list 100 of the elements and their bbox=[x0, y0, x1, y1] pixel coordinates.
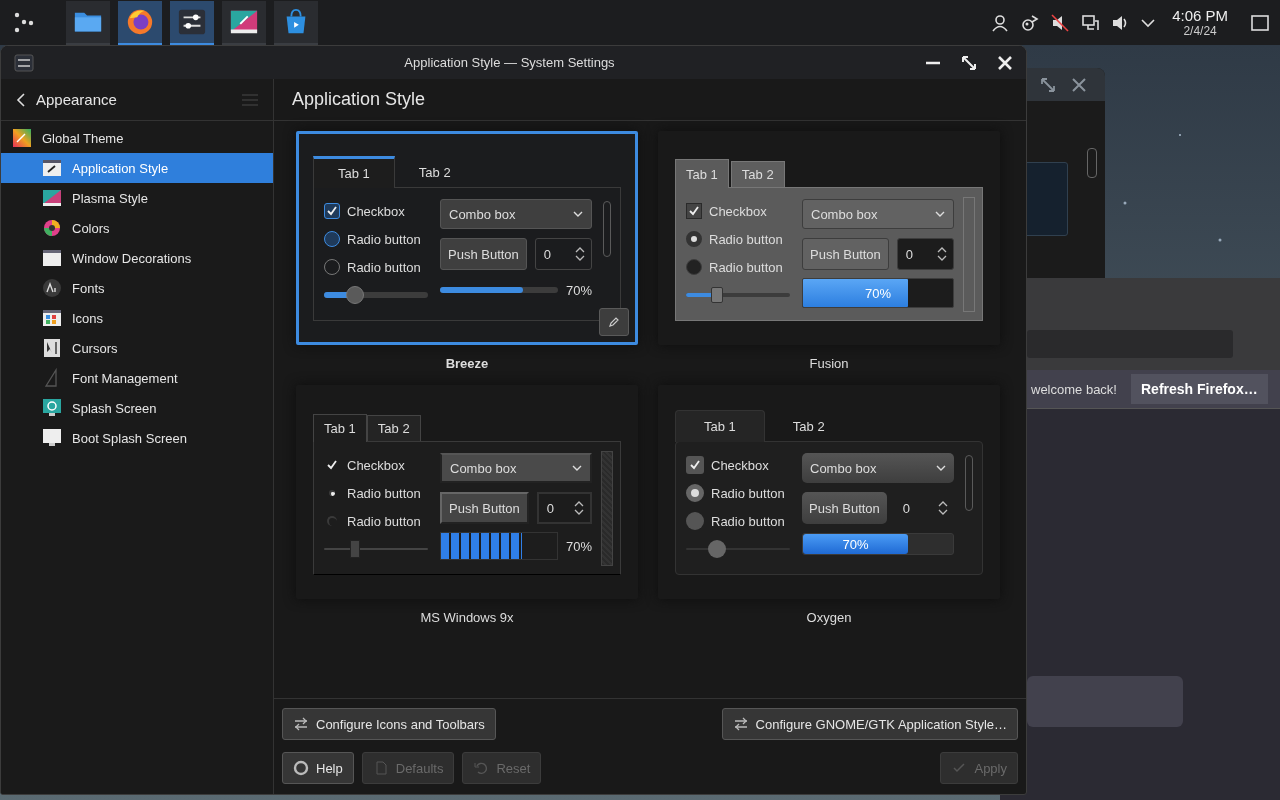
push-button[interactable]: Push Button bbox=[440, 238, 527, 270]
tab[interactable]: Tab 1 bbox=[675, 410, 765, 442]
spin-arrows-icon bbox=[938, 500, 948, 516]
style-preview-card[interactable]: Tab 1 Tab 2 Checkbox Radio button Radio button Combo box Push Button 0 70% bbox=[296, 385, 638, 599]
window-icon bbox=[42, 248, 62, 268]
style-name: MS Windows 9x bbox=[420, 610, 514, 625]
scrollbar[interactable] bbox=[963, 197, 975, 312]
address-field[interactable] bbox=[1027, 330, 1233, 358]
radio-label: Radio button bbox=[347, 231, 421, 247]
spin-arrows-icon bbox=[937, 246, 947, 262]
spin-box[interactable]: 0 bbox=[896, 238, 954, 270]
radio-button[interactable] bbox=[329, 490, 335, 496]
spin-box[interactable]: 0 bbox=[894, 492, 954, 524]
tab[interactable]: Tab 2 bbox=[730, 161, 785, 187]
push-button[interactable]: Push Button bbox=[802, 238, 889, 270]
progress-reading: 70% bbox=[565, 538, 592, 554]
combo-box[interactable]: Combo box bbox=[802, 199, 954, 229]
style-preview-card[interactable]: Tab 1 Tab 2 Checkbox Radio button Radio button Combo box Push Button 0 70% bbox=[296, 131, 638, 345]
style-preview-card[interactable]: Tab 1 Tab 2 Checkbox Radio button Radio button Combo box Push Button 0 70% bbox=[658, 385, 1000, 599]
tab[interactable]: Tab 1 bbox=[675, 159, 729, 188]
taskbar-button[interactable] bbox=[170, 0, 214, 45]
tab[interactable]: Tab 2 bbox=[394, 157, 475, 187]
slider-thumb[interactable] bbox=[711, 287, 724, 303]
sidebar-item[interactable]: Colors bbox=[1, 213, 273, 243]
slider-thumb[interactable] bbox=[708, 540, 727, 558]
tab[interactable]: Tab 2 bbox=[366, 415, 421, 441]
spin-arrows-icon bbox=[574, 500, 584, 516]
taskbar-button[interactable] bbox=[222, 0, 266, 45]
radio-button[interactable] bbox=[327, 516, 337, 526]
maximize-icon[interactable] bbox=[960, 53, 978, 72]
undo-icon bbox=[473, 760, 490, 776]
checkbox-indicator[interactable] bbox=[324, 203, 340, 219]
muted-speaker-icon[interactable] bbox=[1050, 12, 1071, 33]
show-desktop-icon[interactable] bbox=[1250, 12, 1270, 33]
configure-button[interactable]: Configure Icons and Toolbars bbox=[282, 708, 496, 740]
radio-button[interactable] bbox=[686, 512, 704, 530]
settings-app-icon bbox=[13, 51, 35, 74]
progress-reading: 70% bbox=[864, 284, 892, 303]
slider-track[interactable] bbox=[686, 285, 790, 305]
network-icon[interactable] bbox=[1020, 12, 1041, 33]
slider-track[interactable] bbox=[686, 539, 790, 559]
push-button[interactable]: Push Button bbox=[802, 492, 887, 524]
style-preview-card[interactable]: Tab 1 Tab 2 Checkbox Radio button Radio button Combo box Push Button 0 70% bbox=[658, 131, 1000, 345]
close-icon[interactable] bbox=[996, 53, 1014, 72]
sidebar-item[interactable]: Splash Screen bbox=[1, 393, 273, 423]
slider-thumb[interactable] bbox=[346, 286, 365, 304]
page-title: Application Style bbox=[292, 89, 426, 110]
refresh-button[interactable]: Refresh Firefox… bbox=[1131, 374, 1268, 404]
radio-label: Radio button bbox=[347, 485, 421, 501]
monitor-icon[interactable] bbox=[1080, 12, 1101, 33]
taskbar-button[interactable] bbox=[118, 0, 162, 45]
radio-button[interactable] bbox=[686, 484, 704, 502]
checkbox-label: Checkbox bbox=[709, 203, 767, 219]
radio-button[interactable] bbox=[686, 259, 702, 275]
configure-button[interactable]: Configure GNOME/GTK Application Style… bbox=[721, 708, 1018, 740]
push-button[interactable]: Push Button bbox=[440, 492, 529, 524]
radio-label: Radio button bbox=[709, 259, 783, 275]
color-wheel-icon bbox=[42, 218, 62, 238]
slider-track[interactable] bbox=[324, 285, 428, 305]
combo-box[interactable]: Combo box bbox=[440, 453, 592, 483]
sidebar-item[interactable]: Cursors bbox=[1, 333, 273, 363]
combo-box[interactable]: Combo box bbox=[440, 199, 592, 229]
monitor-splash-icon bbox=[42, 398, 62, 418]
edit-button[interactable] bbox=[599, 308, 629, 336]
back-button[interactable]: Appearance bbox=[15, 91, 233, 108]
radio-button[interactable] bbox=[324, 231, 340, 247]
sidebar-item[interactable]: Plasma Style bbox=[1, 183, 273, 213]
tab[interactable]: Tab 2 bbox=[764, 411, 853, 441]
theme-gradient-icon bbox=[12, 128, 32, 148]
checkbox-indicator[interactable] bbox=[686, 203, 702, 219]
sidebar-item[interactable]: Global Theme bbox=[1, 123, 273, 153]
sidebar-item[interactable]: Font Management bbox=[1, 363, 273, 393]
tab[interactable]: Tab 1 bbox=[313, 156, 395, 188]
caret-down-icon bbox=[935, 209, 945, 219]
checkbox-indicator[interactable] bbox=[686, 456, 704, 474]
user-icon[interactable] bbox=[990, 12, 1011, 33]
clock[interactable]: 4:06 PM 2/4/24 bbox=[1172, 8, 1228, 37]
combo-box[interactable]: Combo box bbox=[802, 453, 954, 483]
sidebar-item[interactable]: Application Style bbox=[1, 153, 273, 183]
notification-text: welcome back! bbox=[1031, 381, 1117, 397]
plasma-window-icon bbox=[42, 188, 62, 208]
spin-box[interactable]: 0 bbox=[534, 238, 592, 270]
sliders-icon bbox=[293, 716, 309, 732]
style-name: Oxygen bbox=[806, 610, 852, 625]
radio-button[interactable] bbox=[686, 231, 702, 247]
tab[interactable]: Tab 1 bbox=[313, 414, 367, 442]
scrollbar[interactable] bbox=[1087, 148, 1097, 178]
launcher-icon[interactable] bbox=[12, 10, 36, 35]
spin-box[interactable]: 0 bbox=[536, 492, 592, 524]
sidebar-item[interactable]: Fonts bbox=[1, 273, 273, 303]
radio-label: Radio button bbox=[711, 513, 785, 529]
window-pen-icon bbox=[42, 158, 62, 178]
slider-track[interactable] bbox=[324, 539, 428, 559]
sidebar-item[interactable]: Window Decorations bbox=[1, 243, 273, 273]
scrollbar[interactable] bbox=[601, 451, 613, 566]
sidebar-item[interactable]: Boot Splash Screen bbox=[1, 423, 273, 453]
sidebar-item[interactable]: Icons bbox=[1, 303, 273, 333]
help-button[interactable]: Help bbox=[282, 752, 354, 784]
slider-thumb[interactable] bbox=[350, 540, 361, 558]
taskbar-button[interactable] bbox=[66, 0, 110, 45]
